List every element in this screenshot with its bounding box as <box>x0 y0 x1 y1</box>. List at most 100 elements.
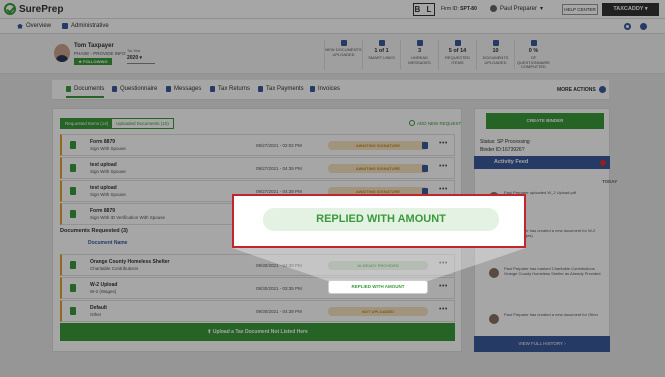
avatar <box>489 268 499 278</box>
stat-value: 0 % <box>528 48 539 54</box>
check-icon <box>340 40 347 46</box>
stat-requested-items[interactable]: 5 of 14 REQUESTED ITEMS <box>438 40 476 70</box>
more-actions-button[interactable]: MORE ACTIONS <box>557 86 606 93</box>
feed-item: Paul Preparer has created a new document… <box>504 312 599 317</box>
table-row[interactable]: Orange County Homeless Shelter Charitable… <box>60 254 455 276</box>
client-avatar <box>54 44 70 62</box>
firm-id-value: SPT-80 <box>460 6 477 12</box>
more-dots-icon[interactable]: ••• <box>439 306 448 313</box>
row-subtitle: W-2 (Wages) <box>90 289 117 294</box>
document-icon <box>70 164 76 172</box>
row-title: W-2 Upload <box>90 282 118 288</box>
callout-zoom-box: REPLIED WITH AMOUNT <box>232 194 526 248</box>
nav-overview[interactable]: Overview <box>17 23 51 29</box>
client-phase: PHASE - PROVIDE INFO <box>74 51 126 56</box>
nav-overview-label: Overview <box>26 23 52 29</box>
profile-icon[interactable] <box>640 23 647 30</box>
sureprep-check-icon <box>4 3 16 15</box>
help-center-button[interactable]: HELP CENTER <box>562 4 598 15</box>
stat-label: UNREAD MESSAGES <box>408 55 431 65</box>
chevron-right-icon: › <box>564 341 566 346</box>
tax-year-select[interactable]: 2020 ▾ <box>127 55 155 64</box>
tab-invoices[interactable]: Invoices <box>310 86 340 92</box>
stat-value: 1 of 1 <box>374 48 389 54</box>
row-date: 09/27/2021 - 02:02 PM <box>256 143 302 148</box>
stat-unread-messages[interactable]: 3 UNREAD MESSAGES <box>400 40 438 70</box>
more-dots-icon[interactable]: ••• <box>439 186 448 193</box>
binder-id: Binder ID:1673926? <box>480 147 525 153</box>
create-binder-button[interactable]: CREATE BINDER <box>486 113 604 129</box>
stat-questionnaire[interactable]: 0 % OF QUESTIONNAIRE COMPLETED <box>514 40 552 70</box>
tab-messages[interactable]: Messages <box>166 86 201 92</box>
row-date: 09/27/2021 - 04:39 PM <box>256 166 302 171</box>
taxcaddy-button[interactable]: TAXCADDY ▾ <box>602 3 659 16</box>
tab-tax-payments[interactable]: Tax Payments <box>258 86 304 92</box>
more-dots-icon[interactable]: ••• <box>439 163 448 170</box>
more-dots-icon[interactable]: ••• <box>439 260 448 267</box>
processing-status: Status: SP Processing <box>480 139 530 145</box>
nav-administrative[interactable]: Administrative <box>62 23 109 29</box>
tab-label: Tax Payments <box>266 86 304 92</box>
subtab-requested[interactable]: Requested Items (14) <box>61 119 113 128</box>
stat-documents-uploaded[interactable]: 10 DOCUMENTS UPLOADED <box>476 40 514 70</box>
stat-value: 10 <box>492 48 499 54</box>
avatar <box>489 314 499 324</box>
stat-value: 5 of 14 <box>448 48 467 54</box>
document-icon <box>70 210 76 218</box>
document-icon <box>454 40 461 46</box>
copy-icon[interactable] <box>422 165 428 172</box>
firm-id-label: Firm ID: <box>441 6 459 12</box>
tab-tax-returns[interactable]: Tax Returns <box>210 86 250 92</box>
questionnaire-icon <box>530 40 537 46</box>
table-row[interactable]: Default Other 09/30/2021 - 04:39 PM NOT UPL… <box>60 300 455 322</box>
chevron-down-icon: ▾ <box>540 6 544 12</box>
feed-date-divider: TODAY <box>602 179 618 184</box>
upload-document-button[interactable]: ⬆ Upload a Tax Document Not Listed Here <box>60 323 455 341</box>
copy-icon[interactable] <box>422 142 428 149</box>
upload-icon: ⬆ <box>207 329 212 335</box>
more-dots-icon[interactable]: ••• <box>439 283 448 290</box>
document-subtabs: Requested Items (14) Uploaded Documents … <box>60 118 174 129</box>
documents-requested-heading: Documents Requested (3) <box>60 228 128 234</box>
link-icon <box>378 40 385 46</box>
view-full-history-button[interactable]: VIEW FULL HISTORY › <box>474 336 610 352</box>
status-badge: AWAITING SIGNATURE <box>328 164 428 173</box>
document-name-column-header[interactable]: Document Name <box>88 240 127 246</box>
feed-item: Paul Preparer has marked Charitable Cont… <box>504 266 601 276</box>
row-subtitle: Charitable Contributions <box>90 266 139 271</box>
more-actions-label: MORE ACTIONS <box>557 86 596 93</box>
row-title: Form 8879 <box>90 208 116 214</box>
subtab-uploaded[interactable]: Uploaded Documents (10) <box>112 119 173 128</box>
top-bar: SurePrep B L Firm ID: SPT-80 Paul Prepar… <box>0 0 665 19</box>
stat-new-documents[interactable]: NEW DOCUMENTS UPLOADED <box>324 40 362 70</box>
tab-label: Messages <box>174 86 202 92</box>
logo-text: SurePrep <box>19 3 64 15</box>
tab-documents[interactable]: Documents <box>66 86 105 98</box>
table-row[interactable]: test upload Sign With Spouse 09/27/2021 - … <box>60 157 455 179</box>
gear-icon[interactable] <box>624 23 631 30</box>
more-dots-icon[interactable]: ••• <box>439 140 448 147</box>
tab-questionnaire[interactable]: Questionnaire <box>112 86 157 92</box>
row-subtitle: Sign With ID Verification With Spouse <box>90 215 166 220</box>
add-new-label: ADD NEW REQUEST <box>417 120 462 126</box>
message-icon <box>416 40 423 46</box>
tax-year-label: Tax Year <box>127 49 141 53</box>
row-date: 09/30/2021 - 04:39 PM <box>256 263 302 268</box>
table-row[interactable]: Form 8879 Sign With Spouse 09/27/2021 - 02… <box>60 134 455 156</box>
following-button[interactable]: ★ FOLLOWING <box>74 58 112 65</box>
firm-id: Firm ID: SPT-80 <box>441 6 477 12</box>
stat-smart-links[interactable]: 1 of 1 SMART LINKS <box>362 40 400 70</box>
row-title: Orange County Homeless Shelter <box>90 259 170 265</box>
sureprep-logo[interactable]: SurePrep <box>4 3 63 15</box>
message-icon <box>166 86 171 92</box>
view-history-label: VIEW FULL HISTORY <box>518 341 563 346</box>
documents-icon <box>66 86 71 92</box>
stat-label: NEW DOCUMENTS UPLOADED <box>325 47 362 57</box>
user-menu-button[interactable]: Paul Preparer ▾ <box>490 5 543 12</box>
chevron-down-icon: ▾ <box>644 6 648 12</box>
user-icon <box>490 5 497 12</box>
activity-feed-header[interactable]: Activity Feed <box>474 156 610 169</box>
admin-icon <box>62 23 68 29</box>
add-new-request-button[interactable]: ADD NEW REQUEST <box>409 120 461 126</box>
invoice-icon <box>310 86 315 92</box>
